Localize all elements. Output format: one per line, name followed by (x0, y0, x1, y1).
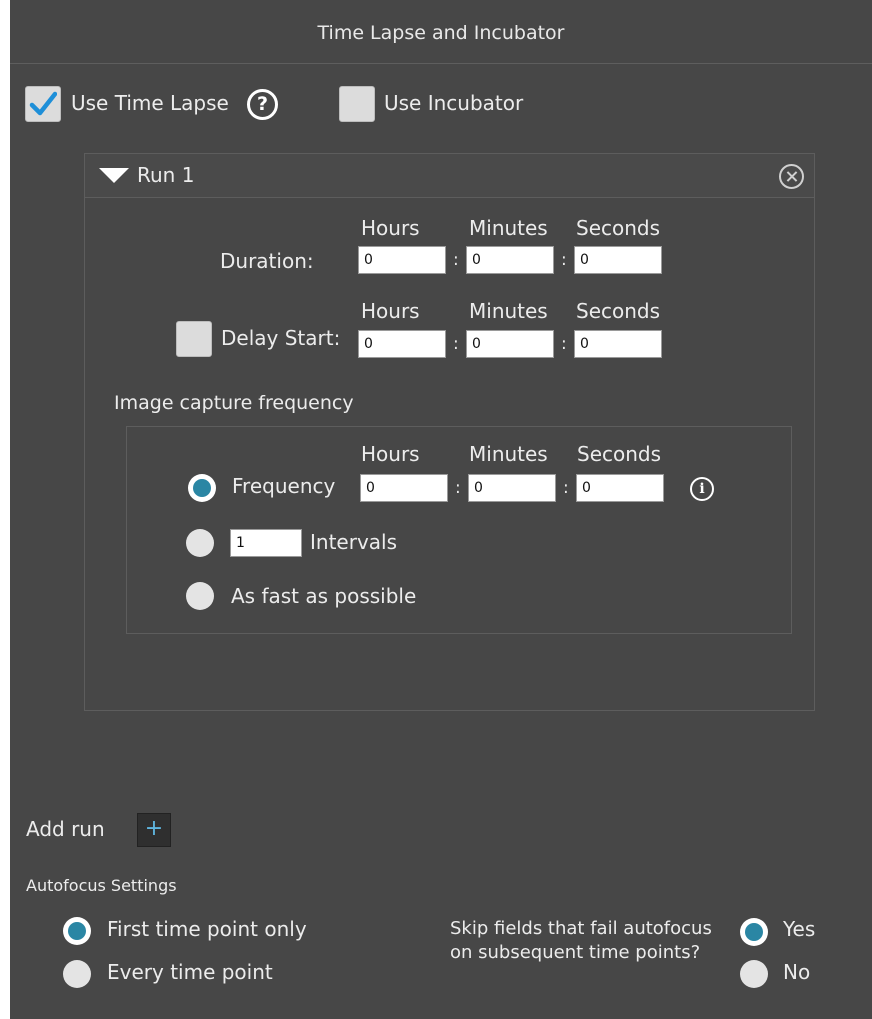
image-capture-heading: Image capture frequency (114, 392, 354, 414)
frequency-seconds-input[interactable]: 0 (576, 474, 664, 502)
delay-minutes-heading: Minutes (469, 299, 548, 323)
delay-hours-heading: Hours (361, 299, 420, 323)
duration-minutes-heading: Minutes (469, 216, 548, 240)
image-capture-group (126, 426, 792, 634)
run-title: Run 1 (137, 163, 195, 187)
collapse-triangle-icon[interactable] (99, 168, 129, 183)
duration-label: Duration: (220, 249, 314, 273)
frequency-separator: : (455, 478, 461, 498)
duration-separator: : (453, 250, 459, 270)
first-time-point-radio[interactable] (63, 917, 91, 945)
delay-minutes-input[interactable]: 0 (466, 330, 554, 358)
frequency-label: Frequency (232, 474, 336, 498)
every-time-point-label: Every time point (107, 960, 273, 984)
delay-start-label: Delay Start: (221, 326, 341, 350)
close-run-icon[interactable] (779, 164, 804, 189)
delay-separator: : (453, 334, 459, 354)
skip-yes-radio[interactable] (740, 918, 768, 946)
skip-fields-question: Skip fields that fail autofocus on subse… (450, 918, 712, 963)
info-icon[interactable]: i (690, 477, 714, 501)
add-run-label: Add run (26, 817, 105, 841)
autofocus-heading: Autofocus Settings (26, 876, 177, 895)
delay-seconds-heading: Seconds (576, 299, 661, 323)
frequency-minutes-heading: Minutes (469, 442, 548, 466)
run-header[interactable]: Run 1 (85, 154, 814, 198)
delay-hours-input[interactable]: 0 (358, 330, 446, 358)
delay-seconds-input[interactable]: 0 (574, 330, 662, 358)
intervals-label: Intervals (310, 530, 398, 554)
duration-hours-input[interactable]: 0 (358, 246, 446, 274)
skip-no-label: No (783, 960, 811, 984)
duration-separator: : (561, 250, 567, 270)
skip-yes-label: Yes (783, 917, 816, 941)
every-time-point-radio[interactable] (63, 960, 91, 988)
frequency-seconds-heading: Seconds (577, 442, 662, 466)
as-fast-as-possible-radio[interactable] (186, 582, 214, 610)
intervals-radio[interactable] (186, 529, 214, 557)
frequency-hours-input[interactable]: 0 (360, 474, 448, 502)
duration-hours-heading: Hours (361, 216, 420, 240)
checkmark-icon (29, 91, 57, 116)
duration-seconds-heading: Seconds (576, 216, 661, 240)
frequency-radio[interactable] (188, 474, 216, 502)
use-incubator-checkbox[interactable] (339, 86, 375, 122)
delay-separator: : (561, 334, 567, 354)
frequency-minutes-input[interactable]: 0 (468, 474, 556, 502)
duration-minutes-input[interactable]: 0 (466, 246, 554, 274)
use-incubator-label: Use Incubator (384, 91, 524, 115)
add-run-button[interactable]: + (137, 813, 171, 847)
panel-title: Time Lapse and Incubator (10, 0, 872, 64)
skip-no-radio[interactable] (740, 960, 768, 988)
time-lapse-panel: Time Lapse and Incubator Use Time Lapse … (10, 0, 872, 1019)
delay-start-checkbox[interactable] (176, 321, 212, 357)
frequency-hours-heading: Hours (361, 442, 420, 466)
duration-seconds-input[interactable]: 0 (574, 246, 662, 274)
intervals-input[interactable]: 1 (230, 529, 302, 557)
frequency-separator: : (563, 478, 569, 498)
use-time-lapse-label: Use Time Lapse (71, 91, 229, 115)
first-time-point-label: First time point only (107, 917, 307, 941)
help-icon[interactable]: ? (247, 89, 278, 120)
as-fast-as-possible-label: As fast as possible (231, 584, 417, 608)
use-time-lapse-checkbox[interactable] (25, 86, 61, 122)
